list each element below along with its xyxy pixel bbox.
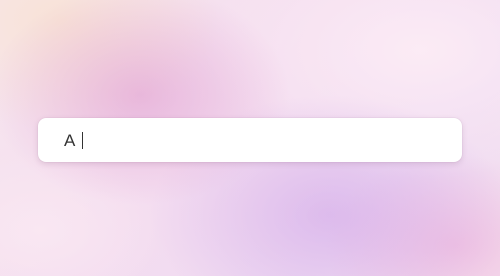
text-cursor	[81, 131, 83, 149]
search-input-value: A	[64, 130, 76, 150]
search-input[interactable]: A	[38, 118, 462, 162]
